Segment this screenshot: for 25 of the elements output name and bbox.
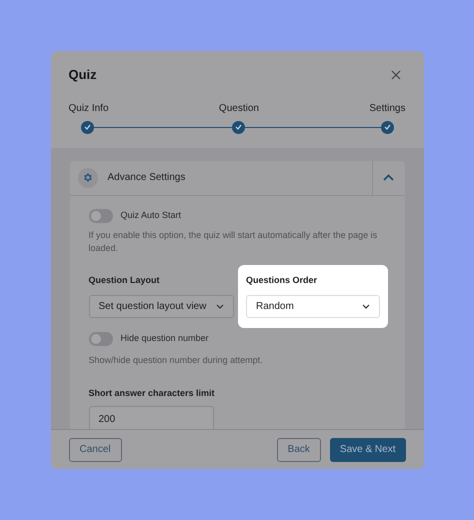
field-label: Question Layout xyxy=(88,274,161,287)
toggle-label: Hide question number xyxy=(120,332,209,346)
step-label: Quiz Info xyxy=(68,102,109,116)
order-select[interactable]: Random xyxy=(246,295,380,318)
section-title: Advance Settings xyxy=(108,171,186,185)
help-text: If you enable this option, the quiz will start automatically after the page is loaded. xyxy=(88,228,378,254)
back-button[interactable]: Back xyxy=(276,438,321,462)
toggle-label: Quiz Auto Start xyxy=(120,208,182,222)
cancel-button[interactable]: Cancel xyxy=(68,438,122,462)
field-label: Questions Order xyxy=(246,274,318,287)
help-text: Show/hide question number during attempt. xyxy=(88,354,264,367)
field-label: Short answer characters limit xyxy=(88,386,216,400)
toggle-switch[interactable] xyxy=(88,332,112,346)
toggle-switch[interactable] xyxy=(88,208,112,222)
dialog-title: Quiz xyxy=(68,66,97,84)
close-icon[interactable] xyxy=(390,68,402,81)
chevron-down-icon xyxy=(216,304,224,309)
step-label: Question xyxy=(218,102,259,116)
save-next-button[interactable]: Save & Next xyxy=(330,438,406,462)
layout-select[interactable]: Set question layout view xyxy=(88,295,234,318)
gear-icon xyxy=(78,168,98,188)
step-label: Settings xyxy=(369,102,406,116)
chevron-down-icon xyxy=(362,304,370,309)
limit-field[interactable]: 200 xyxy=(88,406,214,429)
chevron-icon xyxy=(383,174,394,181)
